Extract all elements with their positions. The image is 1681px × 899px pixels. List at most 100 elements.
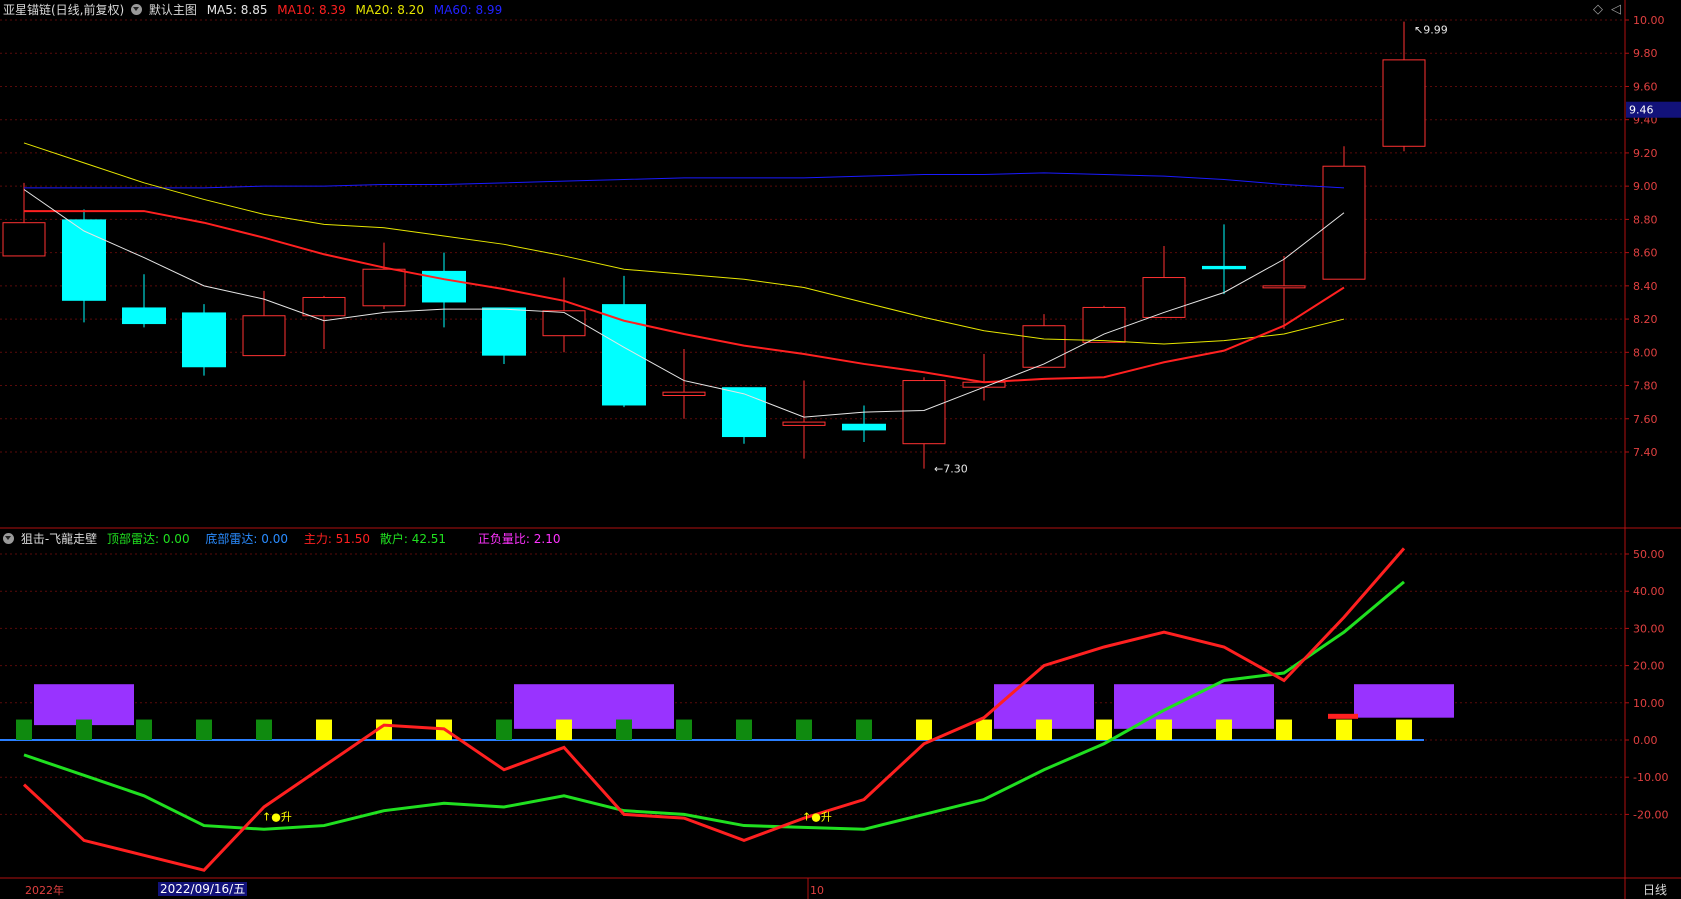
price-tick-label: 9.80	[1633, 47, 1658, 60]
purple-signal-box	[1354, 684, 1454, 718]
candle-body-down	[482, 307, 526, 356]
purple-signal-box	[34, 684, 134, 726]
signal-bar	[1156, 719, 1172, 740]
ma60-line	[24, 172, 1345, 189]
price-tick-label: 8.80	[1633, 213, 1658, 226]
sub-tick-label: 30.00	[1633, 622, 1665, 635]
candle-body-up	[302, 296, 346, 317]
price-tick-label: 9.60	[1633, 80, 1658, 93]
candle-body-down	[122, 307, 166, 325]
price-tick-label: 8.00	[1633, 346, 1658, 359]
dropdown-icon[interactable]	[3, 533, 14, 544]
signal-bar	[196, 719, 212, 740]
candle-body-up	[782, 421, 826, 426]
ma5-label: MA5: 8.85	[206, 3, 268, 17]
signal-bar	[616, 719, 632, 740]
signal-bar	[676, 719, 692, 740]
top-radar-label: 顶部雷达: 0.00	[107, 532, 190, 546]
sub-tick-label: 50.00	[1633, 548, 1665, 561]
candle-body-up	[1262, 285, 1306, 289]
rise-signal-label: ↑●升	[262, 810, 292, 823]
sub-tick-label: 0.00	[1633, 734, 1658, 747]
red-marker	[1328, 713, 1358, 719]
indicator-name[interactable]: 狙击-飞龍走壁	[21, 532, 97, 546]
pos-neg-ratio-label: 正负量比: 2.10	[477, 532, 561, 546]
sub-tick-label: 40.00	[1633, 585, 1665, 598]
signal-bar	[16, 719, 32, 740]
candle-body-up	[1322, 165, 1366, 280]
signal-bar	[1216, 719, 1232, 740]
signal-bar	[76, 719, 92, 740]
price-tick-label: 7.80	[1633, 380, 1658, 393]
price-tick-label: 7.60	[1633, 413, 1658, 426]
sub-tick-label: -10.00	[1633, 771, 1668, 784]
price-tick-label: 9.00	[1633, 180, 1658, 193]
period-button[interactable]: 日线	[1643, 883, 1667, 897]
signal-bar	[736, 719, 752, 740]
purple-signal-box	[1114, 684, 1274, 729]
signal-bar	[916, 719, 932, 740]
price-tick-label: 9.20	[1633, 147, 1658, 160]
month-label: 10	[810, 884, 824, 897]
sub-tick-label: 20.00	[1633, 660, 1665, 673]
max-price-label: ↖9.99	[1414, 24, 1448, 37]
candle-body-down	[602, 304, 646, 406]
sub-tick-label: 10.00	[1633, 697, 1665, 710]
candle-body-up	[662, 391, 706, 397]
min-price-label: ←7.30	[934, 463, 968, 476]
stock-chart-window: 10.00 9.80 9.60 9.40 9.20 9.00 8.80 8.60 8.40 8.2…	[0, 0, 1681, 899]
candle-body-down	[182, 312, 226, 368]
ma20-label: MA20: 8.20	[355, 3, 424, 17]
candle-body-up	[242, 315, 286, 357]
sub-tick-label: -20.00	[1633, 808, 1668, 821]
price-tick-label: 8.40	[1633, 280, 1658, 293]
year-label: 2022年	[25, 884, 64, 897]
purple-signal-box	[514, 684, 674, 729]
candle-body-up	[902, 380, 946, 445]
candle-body-up	[542, 310, 586, 337]
stock-title: 亚星锚链(日线,前复权)	[3, 3, 125, 17]
candle-body-up	[362, 268, 406, 307]
sub-chart-header: 狙击-飞龍走壁 顶部雷达: 0.00 底部雷达: 0.00 主力: 51.50 …	[3, 532, 560, 546]
retail-label: 散户: 42.51	[379, 532, 447, 546]
main-force-label: 主力: 51.50	[303, 532, 371, 546]
price-tick-label: 8.60	[1633, 247, 1658, 260]
template-name[interactable]: 默认主图	[149, 3, 197, 17]
ma60-label: MA60: 8.99	[433, 3, 503, 17]
dropdown-icon[interactable]	[131, 4, 143, 15]
price-tick-label: 7.40	[1633, 446, 1658, 459]
diamond-icon[interactable]: ◇	[1593, 3, 1603, 17]
signal-bar	[556, 719, 572, 740]
main-chart-header: 亚星锚链(日线,前复权) 默认主图 MA5: 8.85 MA10: 8.39 M…	[3, 3, 502, 17]
signal-bar	[976, 719, 992, 740]
chart-canvas[interactable]: 10.009.809.609.409.209.008.808.608.408.2…	[0, 0, 1681, 899]
ma10-label: MA10: 8.39	[277, 3, 346, 17]
bottom-radar-label: 底部雷达: 0.00	[205, 532, 288, 546]
candle-body-up	[1382, 59, 1426, 147]
signal-bar	[496, 719, 512, 740]
price-tick-label: 8.20	[1633, 313, 1658, 326]
signal-bar	[1276, 719, 1292, 740]
signal-bar	[136, 719, 152, 740]
signal-bar	[1336, 719, 1352, 740]
signal-bar	[796, 719, 812, 740]
cursor-date: 2022/09/16/五	[158, 882, 248, 896]
signal-bar	[1396, 719, 1412, 740]
signal-bar	[316, 719, 332, 740]
price-tick-label: 10.00	[1633, 14, 1665, 27]
candle-body-up	[1022, 325, 1066, 368]
current-price-label: 9.46	[1629, 104, 1654, 117]
candle-body-up	[1082, 306, 1126, 343]
candle-body-up	[1142, 277, 1186, 318]
rise-signal-label: ↑●升	[802, 810, 832, 823]
collapse-icon[interactable]: ◁	[1611, 3, 1621, 17]
candle-body-down	[722, 387, 766, 438]
signal-bar	[256, 719, 272, 740]
signal-bar	[1036, 719, 1052, 740]
candle-body-down	[1202, 265, 1246, 270]
candle-body-up	[2, 222, 46, 257]
signal-bar	[856, 719, 872, 740]
candle-body-down	[842, 423, 886, 431]
candle-body-down	[62, 219, 106, 301]
signal-bar	[1096, 719, 1112, 740]
